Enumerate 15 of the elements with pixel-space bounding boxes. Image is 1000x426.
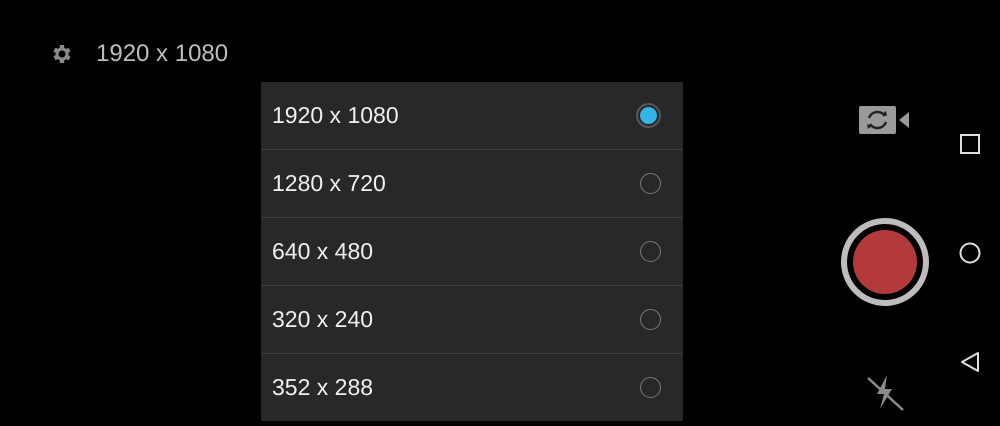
radio-button[interactable] [640, 173, 661, 194]
radio-button[interactable] [636, 103, 661, 128]
resolution-option[interactable]: 1920 x 1080 [272, 102, 399, 129]
radio-button[interactable] [640, 377, 661, 398]
resolution-label: 1920 x 1080 [96, 40, 228, 68]
back-icon[interactable] [959, 350, 981, 373]
radio-button[interactable] [640, 241, 661, 262]
resolution-option[interactable]: 320 x 240 [272, 306, 374, 333]
resolution-option[interactable]: 352 x 288 [272, 374, 374, 401]
radio-button[interactable] [640, 309, 661, 330]
home-icon[interactable] [959, 242, 981, 264]
resolution-option[interactable]: 640 x 480 [272, 238, 374, 265]
switch-camera-icon[interactable] [859, 105, 911, 135]
recents-icon[interactable] [959, 133, 981, 156]
resolution-option[interactable]: 1280 x 720 [272, 170, 386, 197]
